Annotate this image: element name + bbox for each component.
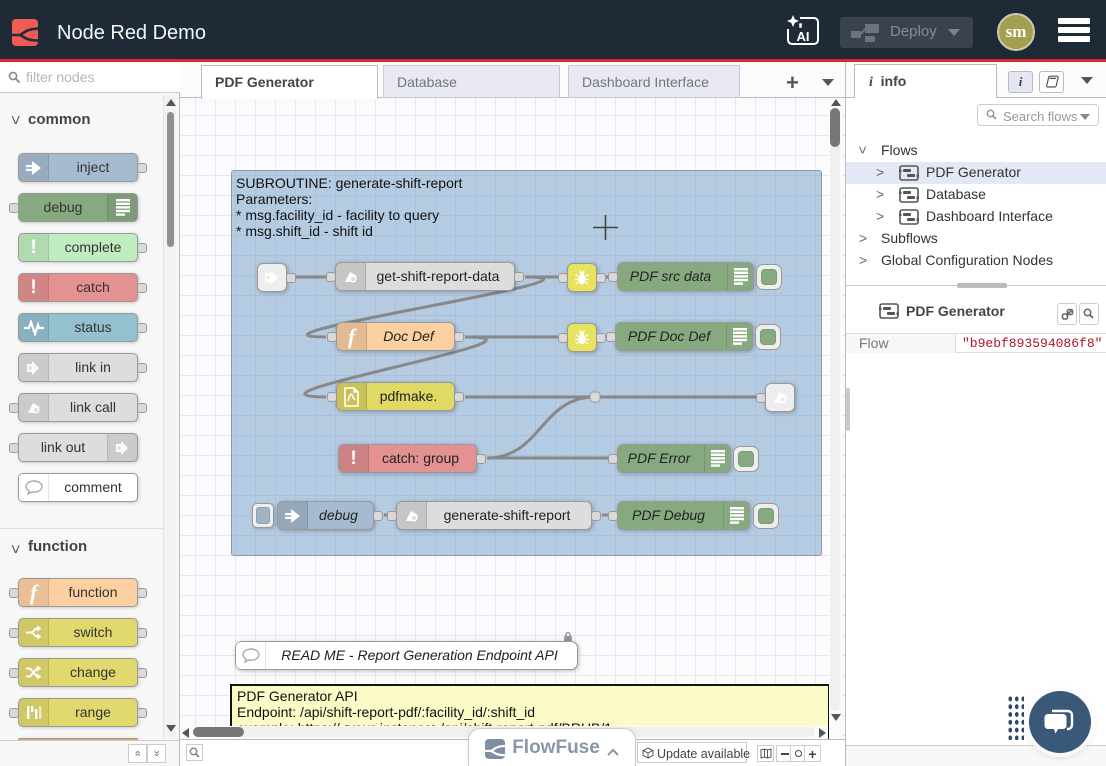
- svg-text:AI: AI: [797, 29, 810, 44]
